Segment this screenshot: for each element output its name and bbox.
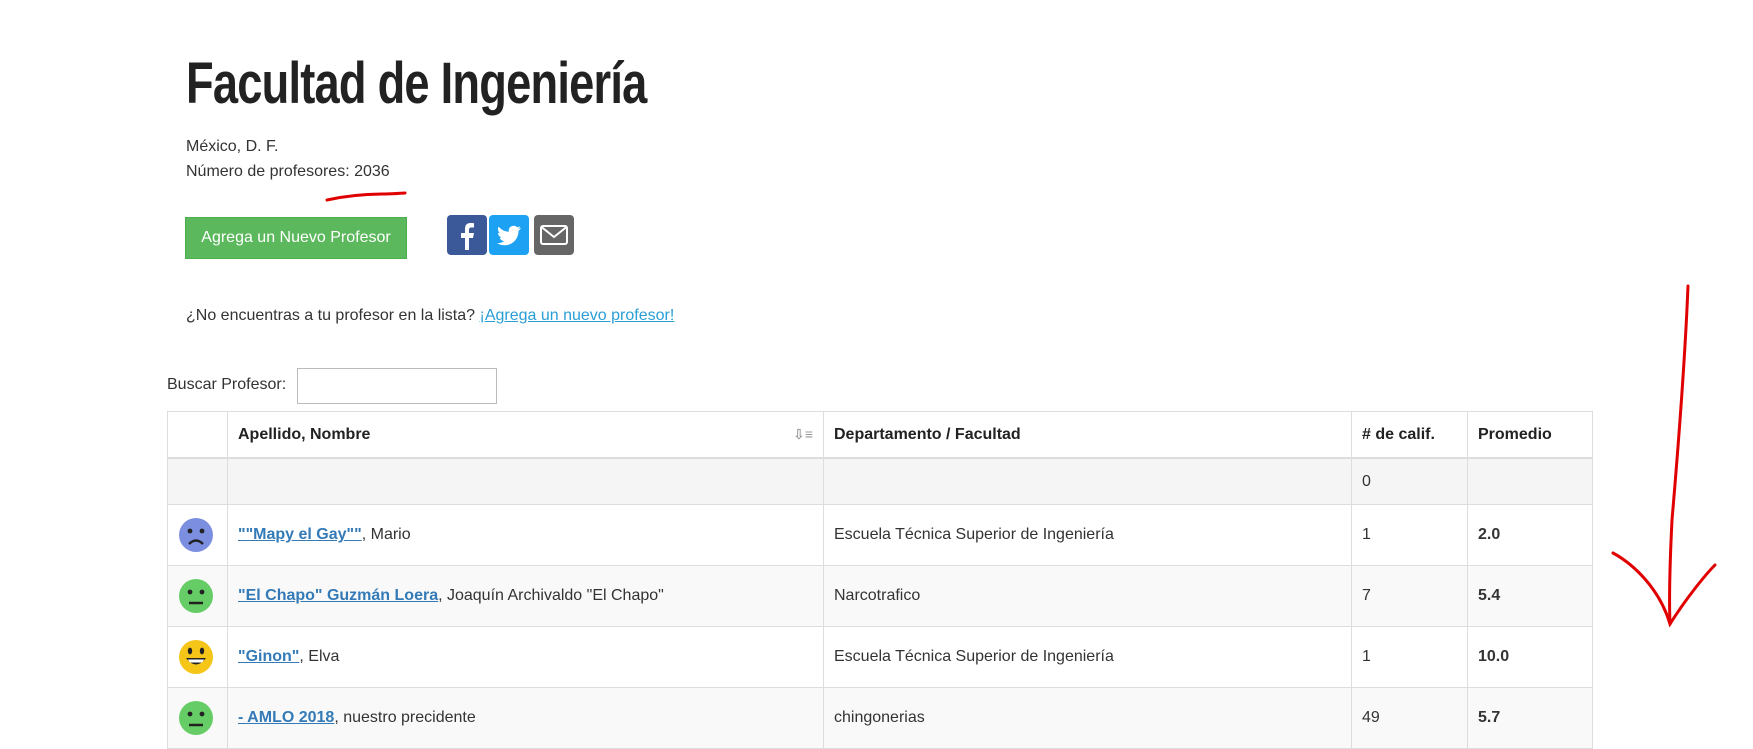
department: chingonerias bbox=[823, 687, 1352, 749]
not-found-message: ¿No encuentras a tu profesor en la lista… bbox=[186, 307, 674, 325]
rating-count: 1 bbox=[1351, 626, 1468, 688]
twitter-share-button[interactable] bbox=[489, 215, 529, 255]
professor-link[interactable]: - AMLO 2018 bbox=[238, 709, 334, 726]
face-cell bbox=[167, 626, 228, 688]
face-cell bbox=[167, 687, 228, 749]
table-row: 0 bbox=[167, 457, 1593, 505]
professor-link[interactable]: "Ginon" bbox=[238, 648, 299, 665]
red-underline-annotation bbox=[325, 191, 407, 202]
neutral-face-icon bbox=[179, 701, 213, 735]
add-new-professor-link[interactable]: ¡Agrega un nuevo profesor! bbox=[480, 307, 675, 324]
professor-count: Número de profesores: 2036 bbox=[186, 163, 390, 180]
rating-count: 49 bbox=[1351, 687, 1468, 749]
header-name[interactable]: Apellido, Nombre ⇩≡ bbox=[227, 411, 824, 459]
header-icon-col bbox=[167, 411, 228, 459]
average-score: 2.0 bbox=[1467, 504, 1593, 566]
search-input[interactable] bbox=[297, 368, 497, 404]
face-cell bbox=[167, 504, 228, 566]
table-row: ""Mapy el Gay"", Mario Escuela Técnica S… bbox=[167, 504, 1593, 566]
sad-face-icon bbox=[179, 518, 213, 552]
not-found-text: ¿No encuentras a tu profesor en la lista… bbox=[186, 307, 480, 324]
facebook-icon bbox=[461, 223, 474, 250]
professor-given-name: , Joaquín Archivaldo "El Chapo" bbox=[438, 587, 664, 604]
rating-count: 7 bbox=[1351, 565, 1468, 627]
professor-given-name: , nuestro precidente bbox=[334, 709, 476, 726]
average-score: 5.7 bbox=[1467, 687, 1593, 749]
professor-given-name: , Elva bbox=[299, 648, 340, 665]
red-arrowhead-annotation bbox=[1611, 551, 1717, 628]
header-average[interactable]: Promedio bbox=[1467, 411, 1593, 459]
department: Narcotrafico bbox=[823, 565, 1352, 627]
face-cell bbox=[167, 565, 228, 627]
table-header-row: Apellido, Nombre ⇩≡ Departamento / Facult… bbox=[167, 411, 1593, 459]
email-icon bbox=[540, 225, 568, 245]
average-score: 5.4 bbox=[1467, 565, 1593, 627]
red-down-arrow-annotation bbox=[1668, 284, 1690, 626]
table-row: "El Chapo" Guzmán Loera, Joaquín Archiva… bbox=[167, 565, 1593, 627]
average-score: 10.0 bbox=[1467, 626, 1593, 688]
facebook-share-button[interactable] bbox=[447, 215, 487, 255]
location-text: México, D. F. bbox=[186, 138, 279, 155]
header-name-label: Apellido, Nombre bbox=[238, 425, 371, 443]
sort-desc-icon[interactable]: ⇩≡ bbox=[793, 426, 813, 443]
rating-count: 0 bbox=[1351, 457, 1468, 505]
table-row: "Ginon", Elva Escuela Técnica Superior d… bbox=[167, 626, 1593, 688]
department: Escuela Técnica Superior de Ingeniería bbox=[823, 504, 1352, 566]
twitter-icon bbox=[497, 225, 521, 246]
happy-face-icon bbox=[179, 640, 213, 674]
professor-given-name: , Mario bbox=[361, 526, 411, 543]
search-label: Buscar Profesor: bbox=[167, 376, 287, 393]
rating-count: 1 bbox=[1351, 504, 1468, 566]
email-share-button[interactable] bbox=[534, 215, 574, 255]
professors-table: Apellido, Nombre ⇩≡ Departamento / Facult… bbox=[167, 411, 1593, 749]
neutral-face-icon bbox=[179, 579, 213, 613]
table-row: - AMLO 2018, nuestro precidente chingone… bbox=[167, 687, 1593, 749]
header-rating-count[interactable]: # de calif. bbox=[1351, 411, 1468, 459]
professor-link[interactable]: ""Mapy el Gay"" bbox=[238, 526, 362, 543]
professor-link[interactable]: "El Chapo" Guzmán Loera bbox=[238, 587, 438, 604]
header-department[interactable]: Departamento / Facultad bbox=[823, 411, 1352, 459]
add-professor-button[interactable]: Agrega un Nuevo Profesor bbox=[185, 217, 407, 259]
page-title: Facultad de Ingeniería bbox=[186, 51, 647, 116]
department: Escuela Técnica Superior de Ingeniería bbox=[823, 626, 1352, 688]
